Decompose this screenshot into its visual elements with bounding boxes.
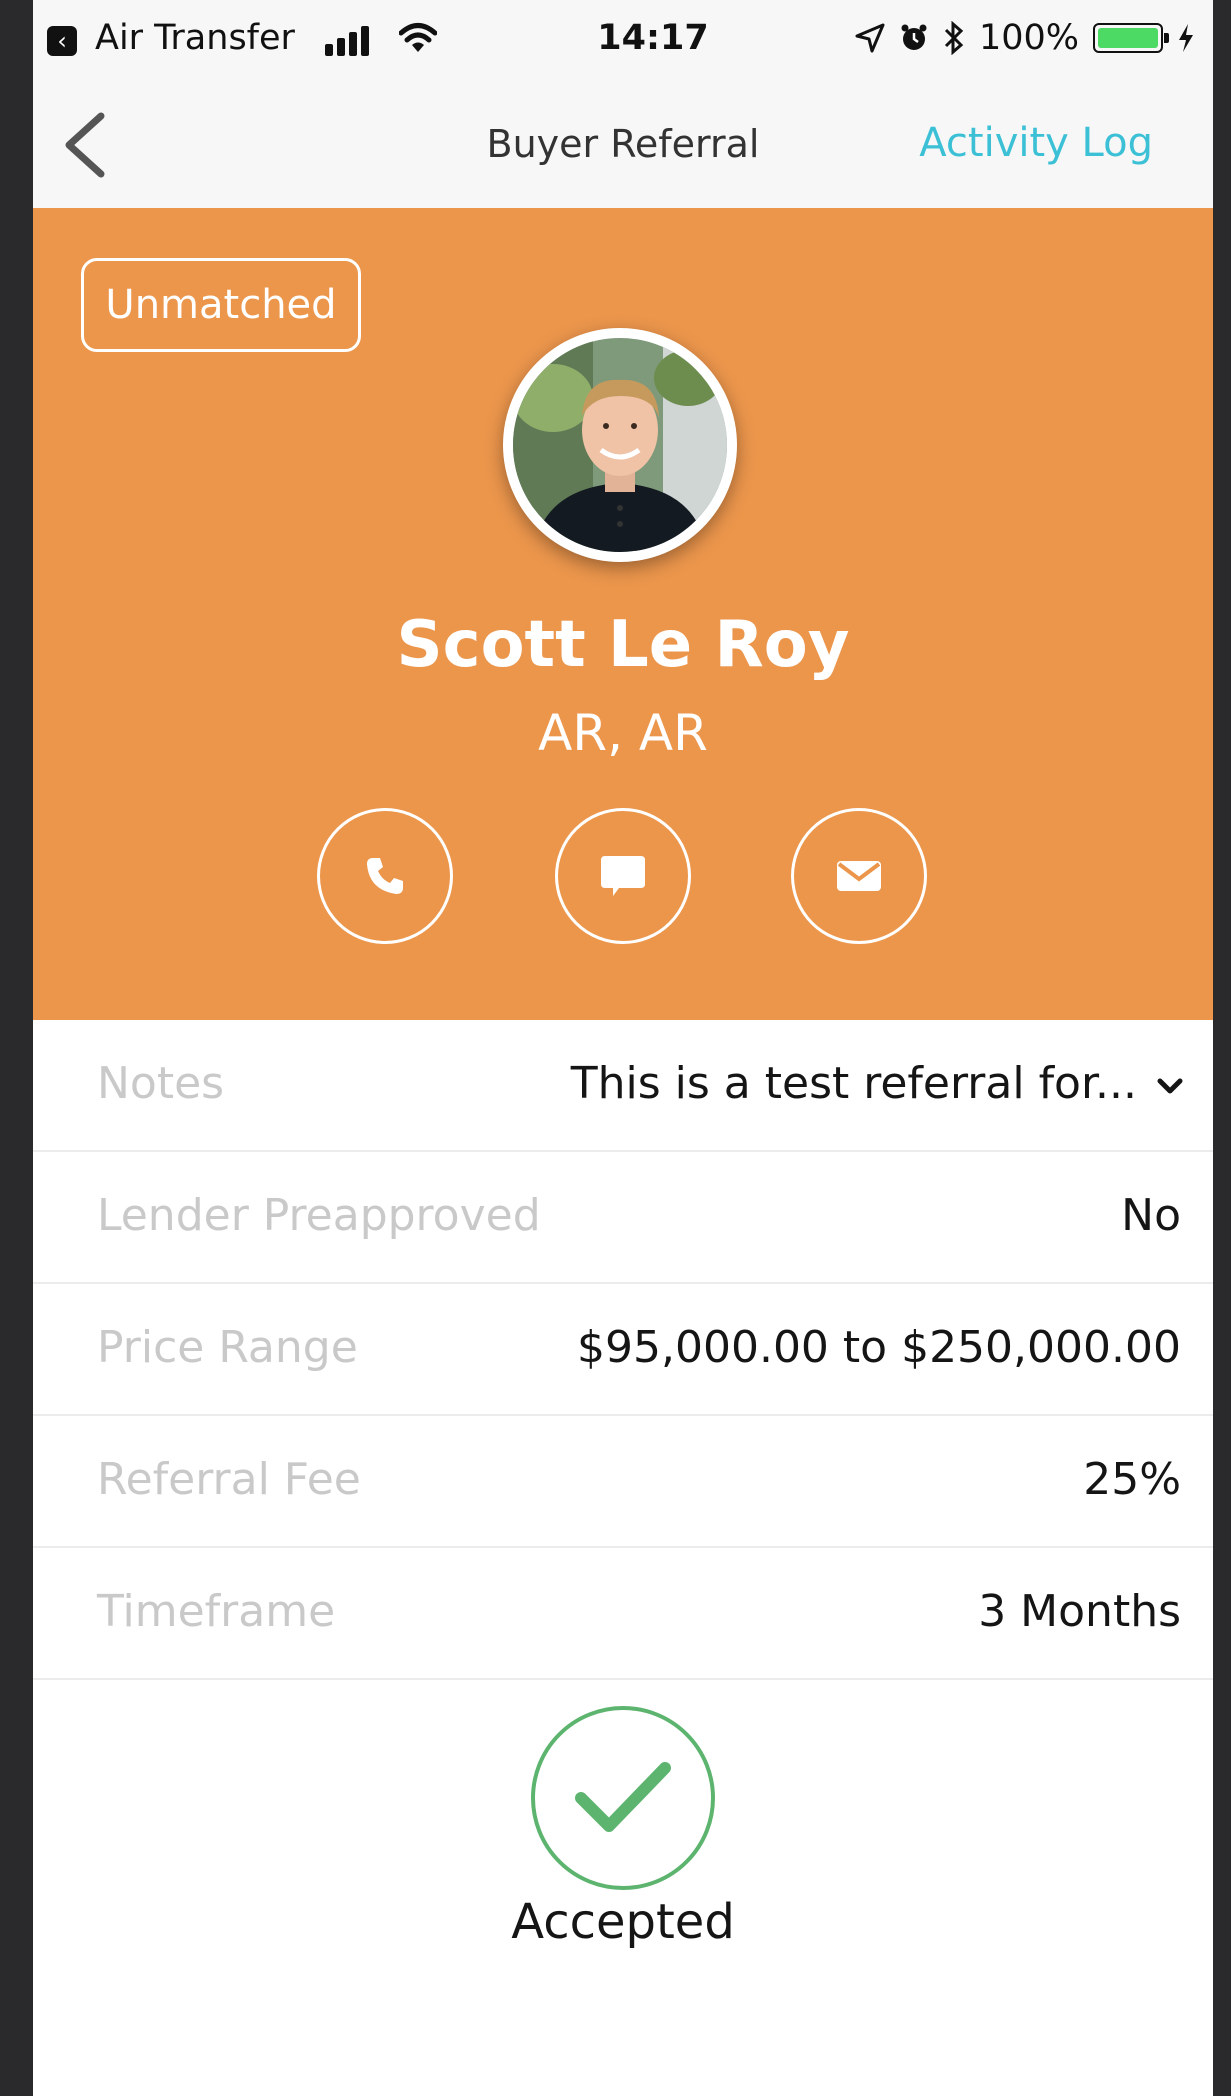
referral-details: Notes This is a test referral for... Len…	[33, 1020, 1213, 1680]
email-button[interactable]	[791, 808, 927, 944]
battery-icon	[1093, 23, 1169, 53]
contact-name: Scott Le Roy	[396, 608, 850, 682]
status-bar: ‹ Air Transfer 14:17 100%	[33, 0, 1213, 82]
row-value: $95,000.00 to $250,000.00	[577, 1322, 1181, 1373]
avatar	[503, 328, 737, 562]
alarm-icon	[901, 24, 927, 50]
call-button[interactable]	[317, 808, 453, 944]
battery-percentage: 100%	[978, 18, 1079, 58]
status-badge: Unmatched	[81, 258, 361, 352]
referral-fee-row: Referral Fee 25%	[33, 1416, 1213, 1548]
message-icon	[601, 856, 645, 896]
profile-header: Unmatched Scott Le Roy AR, AR	[33, 208, 1213, 1020]
row-label: Notes	[97, 1058, 225, 1109]
location-arrow-icon	[855, 23, 885, 53]
accepted-status-icon	[531, 1706, 715, 1890]
chevron-down-icon[interactable]	[1157, 1078, 1183, 1096]
row-label: Lender Preapproved	[97, 1190, 541, 1241]
message-button[interactable]	[555, 808, 691, 944]
phone-icon	[367, 858, 403, 894]
contact-location: AR, AR	[538, 704, 708, 762]
phone-screen: ‹ Air Transfer 14:17 100% Buyer Referral…	[33, 0, 1213, 2096]
row-value: No	[1121, 1190, 1181, 1241]
activity-log-link[interactable]: Activity Log	[919, 120, 1153, 166]
charging-bolt-icon	[1179, 24, 1193, 52]
notes-row[interactable]: Notes This is a test referral for...	[33, 1020, 1213, 1152]
row-value: 25%	[1083, 1454, 1181, 1505]
mail-icon	[837, 861, 881, 891]
avatar-photo	[513, 338, 727, 552]
row-label: Timeframe	[97, 1586, 336, 1637]
row-label: Referral Fee	[97, 1454, 361, 1505]
navigation-bar: Buyer Referral Activity Log	[33, 82, 1213, 209]
row-value: 3 Months	[978, 1586, 1181, 1637]
price-range-row: Price Range $95,000.00 to $250,000.00	[33, 1284, 1213, 1416]
timeframe-row: Timeframe 3 Months	[33, 1548, 1213, 1680]
lender-preapproved-row: Lender Preapproved No	[33, 1152, 1213, 1284]
checkmark-icon	[575, 1762, 671, 1832]
bluetooth-icon	[944, 21, 964, 55]
accepted-label: Accepted	[511, 1894, 735, 1950]
row-value: This is a test referral for...	[570, 1058, 1137, 1109]
row-label: Price Range	[97, 1322, 358, 1373]
